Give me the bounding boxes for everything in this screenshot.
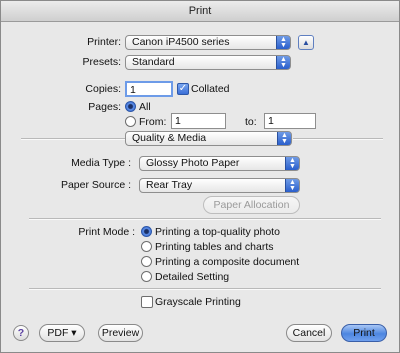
pages-to-field[interactable]: 1 [264, 113, 316, 129]
pages-from-field[interactable]: 1 [171, 113, 226, 129]
separator [21, 138, 125, 140]
print-mode-radio-tables[interactable] [141, 241, 152, 252]
paper-source-label: Paper Source : [60, 179, 131, 191]
pages-from-radio[interactable] [125, 116, 136, 127]
popup-arrows-icon: ▲ ▼ [276, 56, 290, 69]
separator [29, 218, 381, 220]
printer-value: Canon iP4500 series [132, 36, 230, 48]
paper-source-popup[interactable]: Rear Tray ▲ ▼ [139, 178, 300, 193]
printer-popup[interactable]: Canon iP4500 series ▲ ▼ [125, 35, 291, 50]
presets-value: Standard [132, 56, 175, 68]
disclosure-button[interactable]: ▲ [298, 35, 314, 50]
print-mode-option-composite: Printing a composite document [155, 256, 300, 268]
pages-to-label: to: [245, 116, 257, 128]
print-button[interactable]: Print [341, 324, 387, 342]
popup-arrows-icon: ▲ ▼ [277, 132, 291, 145]
print-mode-radio-composite[interactable] [141, 256, 152, 267]
print-dialog: Print Printer: Canon iP4500 series ▲ ▼ ▲ … [0, 0, 400, 353]
panel-popup[interactable]: Quality & Media ▲ ▼ [125, 131, 292, 146]
help-button[interactable]: ? [13, 325, 29, 341]
presets-popup[interactable]: Standard ▲ ▼ [125, 55, 291, 70]
popup-arrows-icon: ▲ ▼ [285, 157, 299, 170]
popup-arrows-icon: ▲ ▼ [285, 179, 299, 192]
separator [293, 138, 383, 140]
pages-label: Pages: [88, 101, 121, 113]
copies-label: Copies: [85, 83, 121, 95]
popup-arrows-icon: ▲ ▼ [276, 36, 290, 49]
print-mode-option-photo: Printing a top-quality photo [155, 226, 280, 238]
print-mode-option-tables: Printing tables and charts [155, 241, 274, 253]
cancel-button[interactable]: Cancel [286, 324, 332, 342]
pages-all-radio[interactable] [125, 101, 136, 112]
media-type-label: Media Type : [71, 157, 131, 169]
copies-field[interactable]: 1 [125, 81, 173, 97]
print-mode-label: Print Mode : [78, 226, 135, 238]
pdf-button[interactable]: PDF ▾ [39, 324, 85, 342]
collated-checkbox[interactable]: ✓ [177, 83, 189, 95]
preview-button[interactable]: Preview [98, 324, 143, 342]
presets-label: Presets: [82, 56, 121, 68]
panel-value: Quality & Media [132, 132, 207, 144]
media-type-popup[interactable]: Glossy Photo Paper ▲ ▼ [139, 156, 300, 171]
pages-from-label: From: [139, 116, 167, 128]
paper-allocation-button[interactable]: Paper Allocation [203, 196, 300, 214]
grayscale-checkbox[interactable] [141, 296, 153, 308]
grayscale-label: Grayscale Printing [155, 296, 241, 308]
collated-label: Collated [191, 83, 230, 95]
window-title: Print [1, 1, 399, 22]
paper-source-value: Rear Tray [146, 179, 193, 191]
separator [29, 288, 381, 290]
print-mode-radio-detailed[interactable] [141, 271, 152, 282]
print-mode-radio-photo[interactable] [141, 226, 152, 237]
printer-label: Printer: [87, 36, 121, 48]
media-type-value: Glossy Photo Paper [146, 157, 240, 169]
pages-all-label: All [139, 101, 151, 113]
print-mode-option-detailed: Detailed Setting [155, 271, 230, 283]
